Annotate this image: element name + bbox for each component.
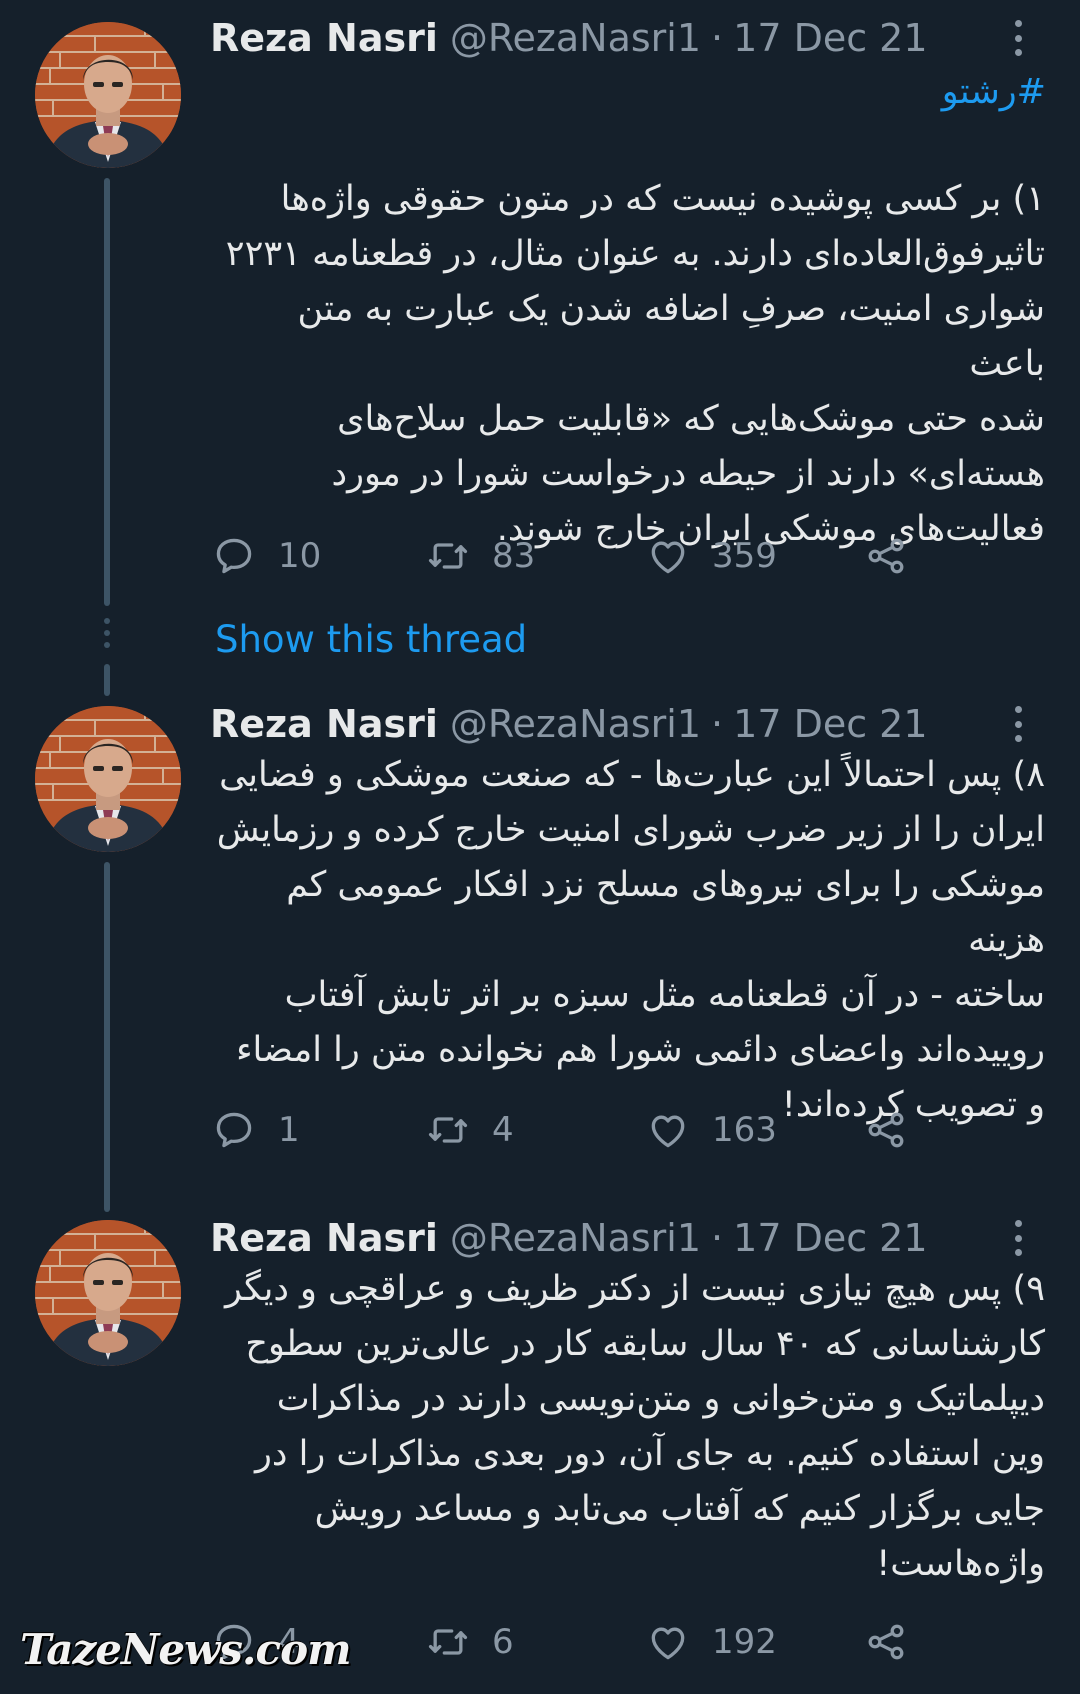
separator-dot: · — [711, 702, 724, 746]
tweet[interactable]: Reza Nasri @RezaNasri1 · 17 Dec 21 ۸) پس… — [0, 696, 1080, 1212]
reply-button[interactable]: 1 — [212, 1102, 300, 1158]
username[interactable]: @RezaNasri1 — [450, 702, 701, 746]
share-icon — [868, 538, 904, 574]
like-button[interactable]: 192 — [646, 1614, 777, 1670]
retweet-icon — [428, 1117, 468, 1143]
share-icon — [868, 1112, 904, 1148]
username[interactable]: @RezaNasri1 — [450, 1216, 701, 1260]
avatar[interactable] — [35, 706, 181, 852]
separator-dot: · — [711, 1216, 724, 1260]
retweet-icon — [428, 1629, 468, 1655]
username[interactable]: @RezaNasri1 — [450, 16, 701, 60]
like-button[interactable]: 359 — [646, 528, 777, 584]
retweet-count: 6 — [492, 1622, 514, 1662]
tweet-text: ۹) پس هیچ نیازی نیست از دکتر ظریف و عراق… — [224, 1269, 1045, 1584]
retweet-icon — [428, 543, 468, 569]
share-button[interactable] — [864, 1614, 930, 1670]
retweet-count: 83 — [492, 536, 536, 576]
more-icon[interactable] — [1008, 18, 1028, 58]
tweet[interactable]: Reza Nasri @RezaNasri1 · 17 Dec 21 ۹) پس… — [0, 1210, 1080, 1694]
retweet-count: 4 — [492, 1110, 514, 1150]
retweet-button[interactable]: 6 — [426, 1614, 514, 1670]
share-button[interactable] — [864, 1102, 930, 1158]
tweet-text: ۸) پس احتمالاً این عبارت‌ها - که صنعت مو… — [216, 755, 1045, 1125]
tweet-text: ۱) بر کسی پوشیده نیست که در متون حقوقی و… — [225, 179, 1045, 549]
hashtag-link[interactable]: #رشتو — [942, 72, 1046, 112]
thread-gap-dots — [104, 618, 110, 648]
show-thread-link[interactable]: Show this thread — [215, 618, 527, 661]
like-icon — [651, 1115, 685, 1148]
reply-count: 1 — [278, 1110, 300, 1150]
timestamp[interactable]: 17 Dec 21 — [733, 702, 927, 746]
retweet-button[interactable]: 83 — [426, 528, 535, 584]
like-count: 359 — [712, 536, 777, 576]
tweet-actions: 10 83 359 — [212, 528, 912, 584]
like-count: 163 — [712, 1110, 777, 1150]
share-button[interactable] — [864, 528, 930, 584]
share-icon — [868, 1624, 904, 1660]
thread-line — [104, 664, 110, 696]
timestamp[interactable]: 17 Dec 21 — [733, 16, 927, 60]
display-name[interactable]: Reza Nasri — [210, 702, 438, 746]
reply-button[interactable]: 10 — [212, 528, 321, 584]
like-icon — [651, 541, 685, 574]
tweet[interactable]: Reza Nasri @RezaNasri1 · 17 Dec 21 #رشتو… — [0, 0, 1080, 696]
retweet-button[interactable]: 4 — [426, 1102, 514, 1158]
watermark: TazeNews.com — [20, 1625, 352, 1674]
like-button[interactable]: 163 — [646, 1102, 777, 1158]
tweet-header: Reza Nasri @RezaNasri1 · 17 Dec 21 — [210, 10, 928, 66]
separator-dot: · — [711, 16, 724, 60]
avatar[interactable] — [35, 1220, 181, 1366]
display-name[interactable]: Reza Nasri — [210, 1216, 438, 1260]
thread-line — [104, 178, 110, 606]
thread-line — [104, 862, 110, 1212]
tweet-header: Reza Nasri @RezaNasri1 · 17 Dec 21 — [210, 1210, 928, 1266]
like-count: 192 — [712, 1622, 777, 1662]
like-icon — [651, 1627, 685, 1660]
tweet-header: Reza Nasri @RezaNasri1 · 17 Dec 21 — [210, 696, 928, 752]
more-icon[interactable] — [1008, 704, 1028, 744]
avatar[interactable] — [35, 22, 181, 168]
reply-icon — [216, 538, 252, 574]
tweet-actions: 1 4 163 — [212, 1102, 912, 1158]
more-icon[interactable] — [1008, 1218, 1028, 1258]
display-name[interactable]: Reza Nasri — [210, 16, 438, 60]
timestamp[interactable]: 17 Dec 21 — [733, 1216, 927, 1260]
reply-count: 10 — [278, 536, 322, 576]
reply-icon — [216, 1112, 252, 1148]
